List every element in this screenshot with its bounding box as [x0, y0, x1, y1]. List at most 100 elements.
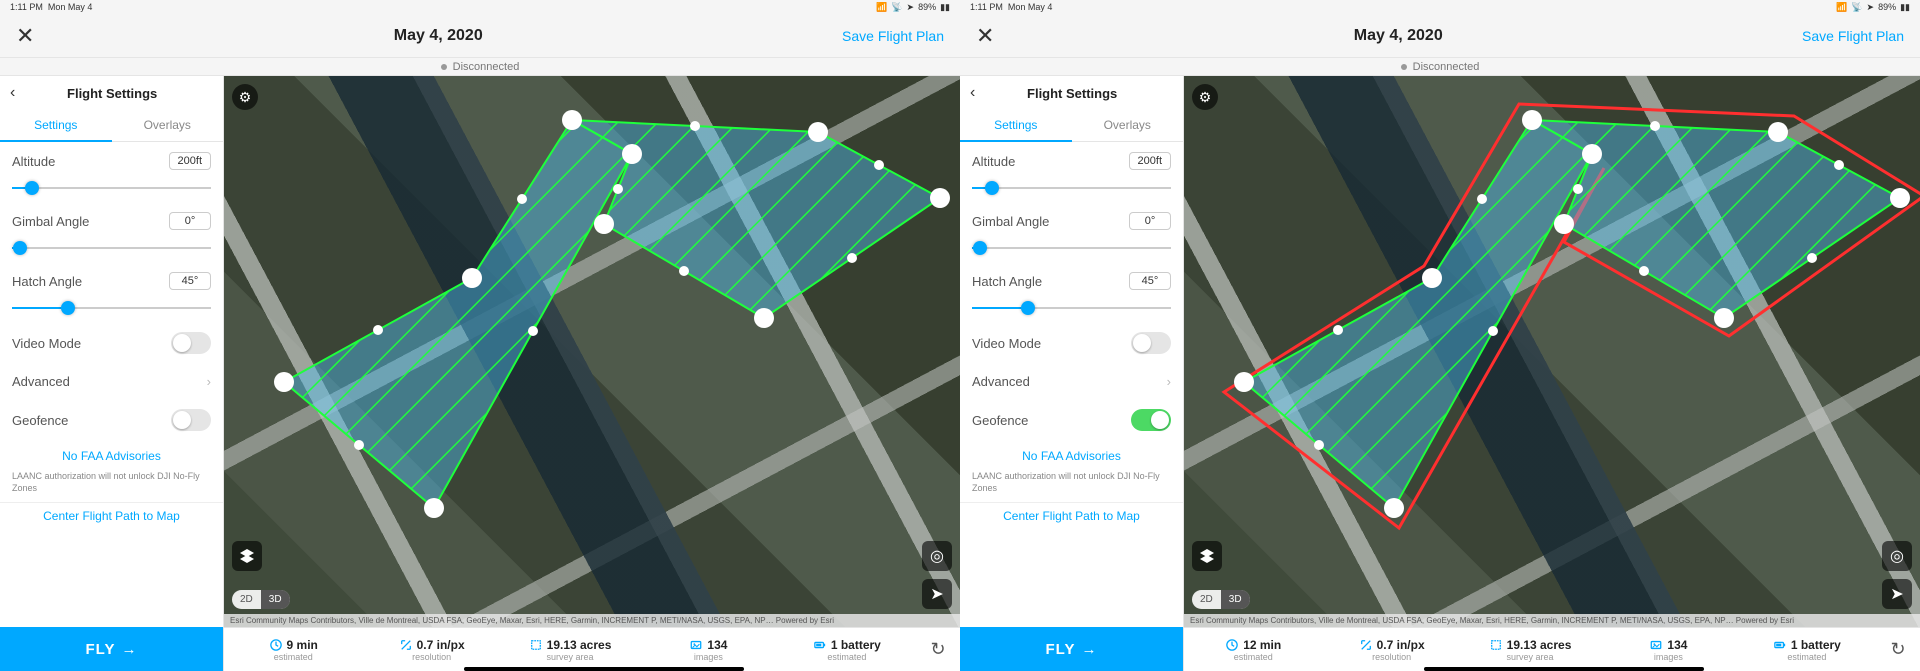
altitude-value[interactable]: 200ft	[1129, 152, 1171, 170]
orient-icon[interactable]: ➤	[922, 579, 952, 609]
video-mode-label: Video Mode	[12, 336, 81, 351]
map-attribution: Esri Community Maps Contributors, Ville …	[224, 614, 960, 627]
altitude-value[interactable]: 200ft	[169, 152, 211, 170]
tab-settings[interactable]: Settings	[960, 110, 1072, 142]
map[interactable]: ⚙ 2D3D ◎ ➤ Esri Community Maps Contribut…	[1184, 76, 1920, 671]
save-flight-plan-link[interactable]: Save Flight Plan	[842, 28, 944, 44]
metric-time: 12 min estimated	[1184, 638, 1322, 662]
gimbal-label: Gimbal Angle	[12, 214, 89, 229]
metric-battery: 1 battery estimated	[778, 638, 916, 662]
flight-stats-bar: 12 min estimated 0.7 in/px resolution 19…	[1184, 627, 1920, 671]
chevron-right-icon: ›	[207, 374, 211, 389]
page-title: May 4, 2020	[1354, 27, 1443, 45]
wifi-icon: 📡	[891, 2, 902, 13]
undo-icon[interactable]: ↻	[1876, 639, 1920, 660]
connection-dot-icon	[1401, 64, 1407, 70]
gimbal-value[interactable]: 0°	[1129, 212, 1171, 230]
flight-path-overlay[interactable]	[1184, 76, 1920, 531]
view-3d[interactable]: 3D	[1221, 590, 1250, 609]
laanc-disclaimer: LAANC authorization will not unlock DJI …	[960, 471, 1183, 502]
undo-icon[interactable]: ↻	[916, 639, 960, 660]
sidebar: ‹ Flight Settings Settings Overlays Alti…	[960, 76, 1184, 671]
battery-icon: ▮▮	[1900, 2, 1910, 13]
header: ✕ May 4, 2020 Save Flight Plan	[0, 14, 960, 58]
view-2d[interactable]: 2D	[232, 590, 261, 609]
connection-dot-icon	[441, 64, 447, 70]
advanced-row[interactable]: Advanced›	[960, 364, 1183, 399]
video-mode-toggle[interactable]	[1131, 332, 1171, 354]
save-flight-plan-link[interactable]: Save Flight Plan	[1802, 28, 1904, 44]
hatch-value[interactable]: 45°	[169, 272, 211, 290]
arrow-right-icon: →	[121, 641, 137, 658]
center-flight-path-link[interactable]: Center Flight Path to Map	[960, 502, 1183, 529]
sidebar-title: Flight Settings	[11, 86, 213, 101]
video-mode-toggle[interactable]	[171, 332, 211, 354]
connection-bar: Disconnected	[960, 58, 1920, 76]
battery-pct: 89%	[918, 2, 936, 12]
metric-resolution: 0.7 in/px resolution	[1322, 638, 1460, 662]
view-mode-toggle[interactable]: 2D3D	[1192, 590, 1250, 609]
sidebar: ‹ Flight Settings Settings Overlays Alti…	[0, 76, 224, 671]
geofence-label: Geofence	[972, 413, 1028, 428]
center-flight-path-link[interactable]: Center Flight Path to Map	[0, 502, 223, 529]
view-2d[interactable]: 2D	[1192, 590, 1221, 609]
chevron-right-icon: ›	[1167, 374, 1171, 389]
hatch-slider[interactable]	[12, 300, 211, 316]
geofence-toggle[interactable]	[171, 409, 211, 431]
altitude-label: Altitude	[972, 154, 1015, 169]
hatch-slider[interactable]	[972, 300, 1171, 316]
tab-overlays[interactable]: Overlays	[112, 110, 224, 141]
fly-button[interactable]: FLY →	[960, 627, 1183, 671]
metric-images: 134 images	[639, 638, 777, 662]
metric-battery: 1 battery estimated	[1738, 638, 1876, 662]
map-settings-icon[interactable]: ⚙	[1192, 84, 1218, 110]
layers-icon[interactable]	[232, 541, 262, 571]
flight-stats-bar: 9 min estimated 0.7 in/px resolution 19.…	[224, 627, 960, 671]
geofence-toggle[interactable]	[1131, 409, 1171, 431]
metric-images: 134 images	[1599, 638, 1737, 662]
arrow-right-icon: →	[1081, 641, 1097, 658]
view-mode-toggle[interactable]: 2D3D	[232, 590, 290, 609]
status-right: 📶 📡 ➤ 89% ▮▮	[876, 2, 950, 13]
tab-overlays[interactable]: Overlays	[1072, 110, 1184, 141]
location-icon: ➤	[1867, 2, 1875, 13]
map[interactable]: ⚙ 2D3D ◎ ➤ Esri Community Maps Contribut…	[224, 76, 960, 671]
tab-settings[interactable]: Settings	[0, 110, 112, 142]
close-icon[interactable]: ✕	[976, 23, 994, 49]
gimbal-value[interactable]: 0°	[169, 212, 211, 230]
flight-path-overlay[interactable]	[224, 76, 960, 531]
fly-button[interactable]: FLY →	[0, 627, 223, 671]
signal-icon: 📶	[876, 2, 887, 13]
status-time: 1:11 PM Mon May 4	[10, 2, 92, 12]
altitude-slider[interactable]	[972, 180, 1171, 196]
faa-advisory-link[interactable]: No FAA Advisories	[0, 441, 223, 471]
advanced-row[interactable]: Advanced›	[0, 364, 223, 399]
laanc-disclaimer: LAANC authorization will not unlock DJI …	[0, 471, 223, 502]
locate-icon[interactable]: ◎	[1882, 541, 1912, 571]
view-3d[interactable]: 3D	[261, 590, 290, 609]
close-icon[interactable]: ✕	[16, 23, 34, 49]
map-settings-icon[interactable]: ⚙	[232, 84, 258, 110]
battery-pct: 89%	[1878, 2, 1896, 12]
orient-icon[interactable]: ➤	[1882, 579, 1912, 609]
hatch-label: Hatch Angle	[972, 274, 1042, 289]
battery-icon: ▮▮	[940, 2, 950, 13]
faa-advisory-link[interactable]: No FAA Advisories	[960, 441, 1183, 471]
hatch-label: Hatch Angle	[12, 274, 82, 289]
metric-area: 19.13 acres survey area	[1461, 638, 1599, 662]
status-bar: 1:11 PM Mon May 4 📶 📡 ➤ 89% ▮▮	[960, 0, 1920, 14]
connection-bar: Disconnected	[0, 58, 960, 76]
gimbal-slider[interactable]	[972, 240, 1171, 256]
layers-icon[interactable]	[1192, 541, 1222, 571]
altitude-slider[interactable]	[12, 180, 211, 196]
locate-icon[interactable]: ◎	[922, 541, 952, 571]
metric-time: 9 min estimated	[224, 638, 362, 662]
metric-resolution: 0.7 in/px resolution	[362, 638, 500, 662]
hatch-value[interactable]: 45°	[1129, 272, 1171, 290]
page-title: May 4, 2020	[394, 27, 483, 45]
connection-status: Disconnected	[1413, 61, 1480, 73]
video-mode-label: Video Mode	[972, 336, 1041, 351]
gimbal-slider[interactable]	[12, 240, 211, 256]
header: ✕ May 4, 2020 Save Flight Plan	[960, 14, 1920, 58]
status-time: 1:11 PM Mon May 4	[970, 2, 1052, 12]
